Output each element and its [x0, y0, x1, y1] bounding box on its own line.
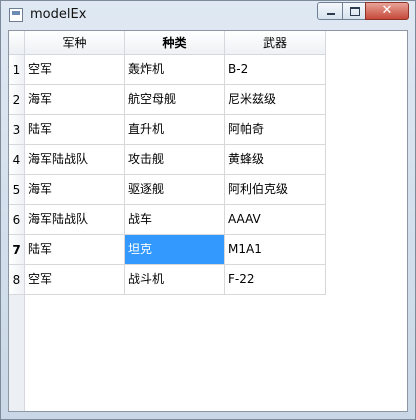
table-cell[interactable]: 海军陆战队	[25, 205, 125, 235]
column-header-weapon[interactable]: 武器	[225, 31, 326, 55]
row-header[interactable]: 4	[9, 145, 25, 175]
table-cell[interactable]: 空军	[25, 55, 125, 85]
row-header[interactable]: 1	[9, 55, 25, 85]
maximize-icon	[343, 3, 365, 19]
table-cell[interactable]: 攻击舰	[125, 145, 225, 175]
table-cell[interactable]: 直升机	[125, 115, 225, 145]
close-button[interactable]: ✕	[365, 2, 409, 20]
table-cell[interactable]: 战斗机	[125, 265, 225, 295]
table-cell[interactable]: B-2	[225, 55, 326, 85]
table-cell[interactable]: 空军	[25, 265, 125, 295]
table-cell[interactable]: 海军	[25, 175, 125, 205]
table-cell[interactable]: 陆军	[25, 115, 125, 145]
corner-button[interactable]	[9, 31, 25, 55]
table-cell[interactable]: AAAV	[225, 205, 326, 235]
row-header[interactable]: 8	[9, 265, 25, 295]
row-header[interactable]: 5	[9, 175, 25, 205]
table-cell[interactable]: 驱逐舰	[125, 175, 225, 205]
table-cell[interactable]: M1A1	[225, 235, 326, 265]
table-cell[interactable]: 航空母舰	[125, 85, 225, 115]
close-icon: ✕	[381, 3, 393, 18]
column-header-type[interactable]: 种类	[125, 31, 225, 55]
table-cell[interactable]: 阿利伯克级	[225, 175, 326, 205]
table-cell[interactable]: 轰炸机	[125, 55, 225, 85]
table-cell-selected[interactable]: 坦克	[125, 235, 225, 265]
table-cell[interactable]: 阿帕奇	[225, 115, 326, 145]
table-cell[interactable]: 战车	[125, 205, 225, 235]
row-header[interactable]: 2	[9, 85, 25, 115]
row-header-current[interactable]: 7	[9, 235, 25, 265]
table-cell[interactable]: 黄蜂级	[225, 145, 326, 175]
app-icon[interactable]	[9, 8, 23, 22]
client-area: 军种 种类 武器 1 空军 轰炸机 B-2 2 海军 航空母舰 尼米兹级 3 陆…	[8, 30, 408, 412]
minimize-icon	[318, 3, 342, 19]
app-window: modelEx ✕ 军种 种类 武器 1 空军 轰炸机 B-2 2 海军 航空母…	[0, 0, 416, 420]
table-view[interactable]: 军种 种类 武器 1 空军 轰炸机 B-2 2 海军 航空母舰 尼米兹级 3 陆…	[9, 31, 407, 411]
row-header-gutter	[9, 295, 25, 411]
maximize-button[interactable]	[342, 2, 366, 20]
row-header[interactable]: 6	[9, 205, 25, 235]
title-bar[interactable]: modelEx ✕	[1, 1, 415, 29]
table-cell[interactable]: 尼米兹级	[225, 85, 326, 115]
table-cell[interactable]: F-22	[225, 265, 326, 295]
window-title: modelEx	[30, 7, 87, 22]
row-header[interactable]: 3	[9, 115, 25, 145]
table-cell[interactable]: 陆军	[25, 235, 125, 265]
table-cell[interactable]: 海军	[25, 85, 125, 115]
minimize-button[interactable]	[317, 2, 343, 20]
table-cell[interactable]: 海军陆战队	[25, 145, 125, 175]
column-header-branch[interactable]: 军种	[25, 31, 125, 55]
